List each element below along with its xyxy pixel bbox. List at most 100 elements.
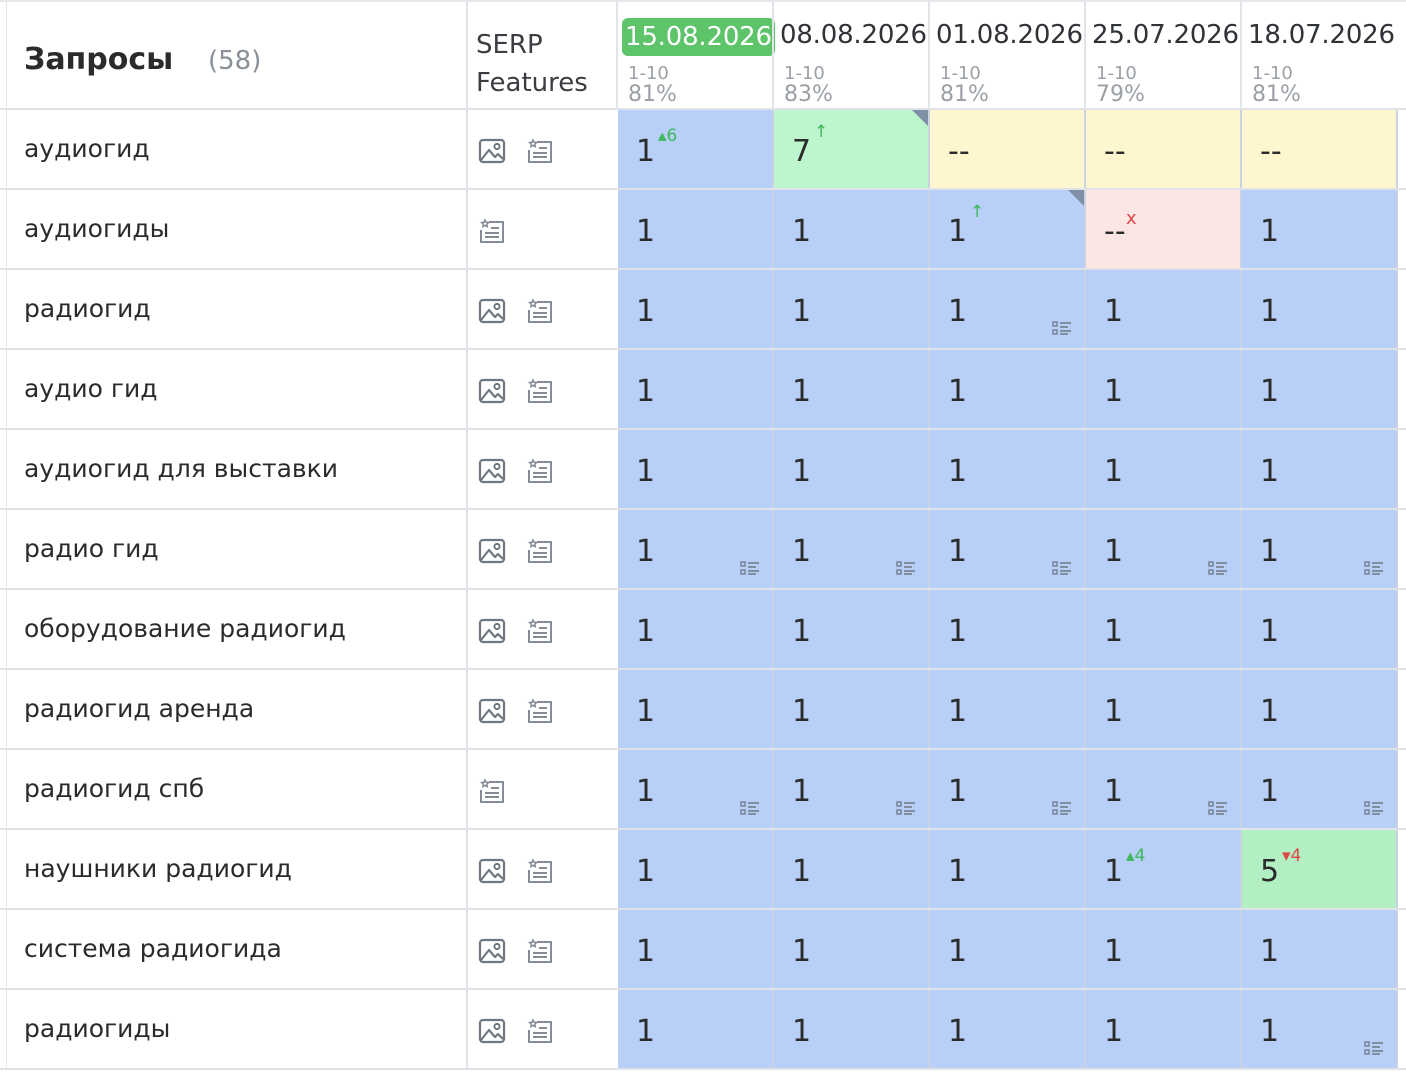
date-label[interactable]: 18.07.2026 bbox=[1248, 20, 1395, 50]
query-text[interactable]: аудиогиды bbox=[24, 214, 169, 243]
position-cell[interactable]: 1 ↑ bbox=[930, 190, 1086, 268]
position-cell[interactable]: 1 bbox=[1242, 510, 1398, 588]
position-cell[interactable]: 1 bbox=[774, 830, 930, 908]
position-cell[interactable]: 5 ▾4 bbox=[1242, 830, 1398, 908]
image-icon[interactable] bbox=[477, 136, 507, 166]
position-cell[interactable]: 1 bbox=[618, 430, 774, 508]
position-cell[interactable]: 1 bbox=[1086, 270, 1242, 348]
date-label[interactable]: 08.08.2026 bbox=[780, 20, 927, 50]
snippet-icon[interactable] bbox=[525, 1016, 555, 1046]
date-label[interactable]: 15.08.2026 bbox=[622, 18, 775, 56]
query-text[interactable]: радиогид bbox=[24, 294, 151, 323]
image-icon[interactable] bbox=[477, 376, 507, 406]
snippet-icon[interactable] bbox=[525, 696, 555, 726]
position-cell[interactable]: 7 ↑ bbox=[774, 110, 930, 188]
list-snippet-icon[interactable] bbox=[1208, 800, 1228, 816]
position-cell[interactable]: 1 bbox=[1086, 990, 1242, 1068]
image-icon[interactable] bbox=[477, 456, 507, 486]
position-cell[interactable]: 1 bbox=[774, 350, 930, 428]
note-corner-icon[interactable] bbox=[1068, 190, 1084, 206]
snippet-icon[interactable] bbox=[525, 616, 555, 646]
date-label[interactable]: 25.07.2026 bbox=[1092, 20, 1239, 50]
position-cell[interactable]: 1 bbox=[774, 190, 930, 268]
position-cell[interactable]: -- bbox=[930, 110, 1086, 188]
position-cell[interactable]: 1 bbox=[618, 750, 774, 828]
position-cell[interactable]: 1 bbox=[1242, 670, 1398, 748]
list-snippet-icon[interactable] bbox=[1052, 320, 1072, 336]
position-cell[interactable]: 1 bbox=[774, 590, 930, 668]
list-snippet-icon[interactable] bbox=[1364, 560, 1384, 576]
snippet-icon[interactable] bbox=[525, 456, 555, 486]
position-cell[interactable]: 1 bbox=[1086, 510, 1242, 588]
query-text[interactable]: аудиогид bbox=[24, 134, 150, 163]
date-column-1[interactable]: 08.08.2026 1-10 83% bbox=[774, 2, 930, 108]
position-cell[interactable]: 1 bbox=[774, 990, 930, 1068]
list-snippet-icon[interactable] bbox=[1052, 560, 1072, 576]
position-cell[interactable]: 1 bbox=[930, 510, 1086, 588]
position-cell[interactable]: 1 bbox=[774, 750, 930, 828]
date-column-0[interactable]: 15.08.2026 1-10 81% bbox=[618, 2, 775, 108]
position-cell[interactable]: 1 bbox=[930, 590, 1086, 668]
position-cell[interactable]: 1 bbox=[618, 670, 774, 748]
list-snippet-icon[interactable] bbox=[896, 800, 916, 816]
position-cell[interactable]: 1 bbox=[1086, 670, 1242, 748]
list-snippet-icon[interactable] bbox=[1364, 1040, 1384, 1056]
snippet-icon[interactable] bbox=[525, 296, 555, 326]
list-snippet-icon[interactable] bbox=[1208, 560, 1228, 576]
position-cell[interactable]: 1 bbox=[618, 590, 774, 668]
note-corner-icon[interactable] bbox=[912, 110, 928, 126]
position-cell[interactable]: 1 bbox=[774, 510, 930, 588]
snippet-icon[interactable] bbox=[525, 856, 555, 886]
position-cell[interactable]: 1 bbox=[930, 990, 1086, 1068]
queries-header[interactable]: Запросы bbox=[24, 42, 173, 77]
date-column-4[interactable]: 18.07.2026 1-10 81% bbox=[1242, 2, 1398, 108]
image-icon[interactable] bbox=[477, 936, 507, 966]
image-icon[interactable] bbox=[477, 856, 507, 886]
query-text[interactable]: радиогиды bbox=[24, 1014, 170, 1043]
position-cell[interactable]: 1 bbox=[774, 430, 930, 508]
position-cell[interactable]: 1 bbox=[1242, 990, 1398, 1068]
snippet-icon[interactable] bbox=[477, 216, 507, 246]
query-text[interactable]: оборудование радиогид bbox=[24, 614, 346, 643]
query-text[interactable]: система радиогида bbox=[24, 934, 282, 963]
position-cell[interactable]: 1 bbox=[1086, 910, 1242, 988]
list-snippet-icon[interactable] bbox=[1364, 800, 1384, 816]
position-cell[interactable]: 1 bbox=[1086, 430, 1242, 508]
position-cell[interactable]: 1 bbox=[618, 350, 774, 428]
position-cell[interactable]: -- bbox=[1086, 110, 1242, 188]
position-cell[interactable]: 1 bbox=[1242, 270, 1398, 348]
query-text[interactable]: радиогид спб bbox=[24, 774, 204, 803]
snippet-icon[interactable] bbox=[525, 136, 555, 166]
position-cell[interactable]: 1 bbox=[618, 830, 774, 908]
position-cell[interactable]: -- x bbox=[1086, 190, 1242, 268]
list-snippet-icon[interactable] bbox=[740, 800, 760, 816]
image-icon[interactable] bbox=[477, 1016, 507, 1046]
position-cell[interactable]: 1 bbox=[618, 190, 774, 268]
query-text[interactable]: радио гид bbox=[24, 534, 159, 563]
position-cell[interactable]: 1 bbox=[1242, 590, 1398, 668]
position-cell[interactable]: 1 bbox=[1242, 190, 1398, 268]
query-text[interactable]: наушники радиогид bbox=[24, 854, 292, 883]
snippet-icon[interactable] bbox=[477, 776, 507, 806]
snippet-icon[interactable] bbox=[525, 936, 555, 966]
position-cell[interactable]: 1 ▴4 bbox=[1086, 830, 1242, 908]
position-cell[interactable]: 1 bbox=[930, 270, 1086, 348]
image-icon[interactable] bbox=[477, 536, 507, 566]
position-cell[interactable]: 1 bbox=[1242, 750, 1398, 828]
date-label[interactable]: 01.08.2026 bbox=[936, 20, 1083, 50]
query-text[interactable]: аудио гид bbox=[24, 374, 158, 403]
date-column-2[interactable]: 01.08.2026 1-10 81% bbox=[930, 2, 1086, 108]
position-cell[interactable]: 1 bbox=[930, 830, 1086, 908]
position-cell[interactable]: 1 bbox=[618, 510, 774, 588]
snippet-icon[interactable] bbox=[525, 536, 555, 566]
position-cell[interactable]: 1 bbox=[774, 670, 930, 748]
position-cell[interactable]: -- bbox=[1242, 110, 1398, 188]
position-cell[interactable]: 1 bbox=[618, 990, 774, 1068]
position-cell[interactable]: 1 ▴6 bbox=[618, 110, 774, 188]
position-cell[interactable]: 1 bbox=[930, 670, 1086, 748]
position-cell[interactable]: 1 bbox=[618, 270, 774, 348]
list-snippet-icon[interactable] bbox=[740, 560, 760, 576]
list-snippet-icon[interactable] bbox=[896, 560, 916, 576]
position-cell[interactable]: 1 bbox=[930, 430, 1086, 508]
position-cell[interactable]: 1 bbox=[774, 270, 930, 348]
